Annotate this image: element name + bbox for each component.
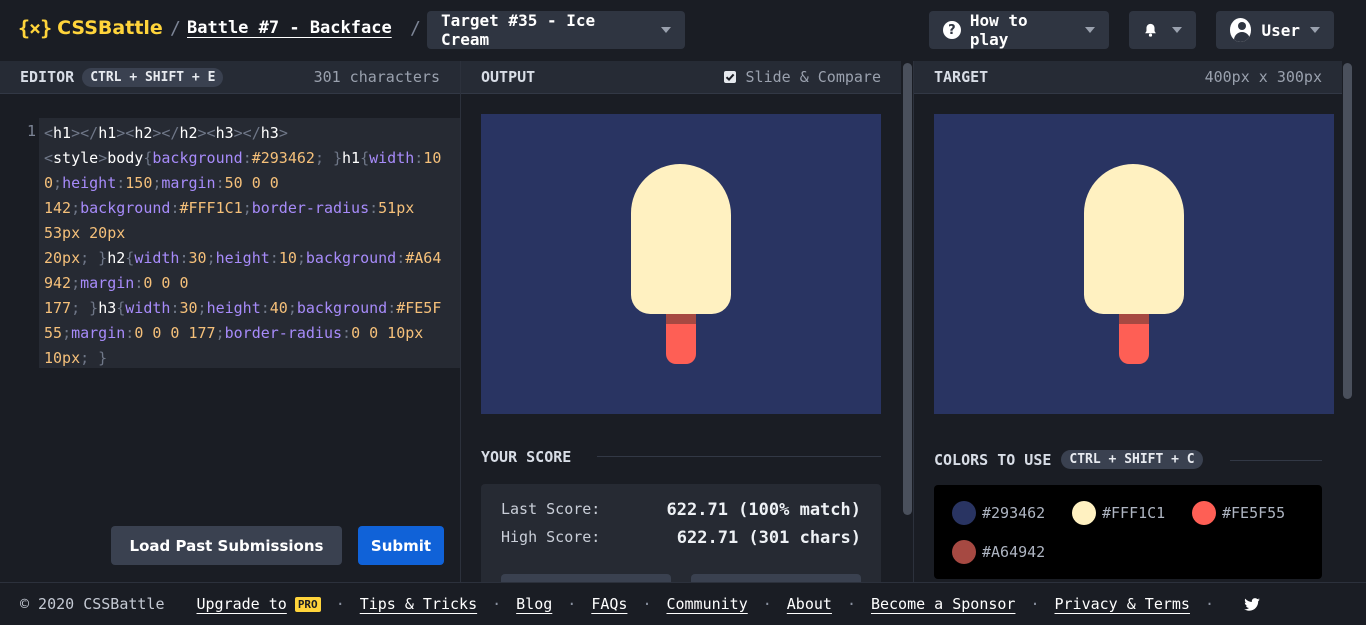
ice-cream-stick <box>666 324 696 364</box>
output-canvas[interactable] <box>481 114 881 414</box>
colors-rule <box>1230 460 1322 461</box>
community-link[interactable]: Community <box>666 595 747 613</box>
cssbattle-logo[interactable]: {⨯} CSSBattle <box>18 16 163 40</box>
last-score-label: Last Score: <box>501 500 601 518</box>
faqs-link[interactable]: FAQs <box>591 595 627 613</box>
logo-mark: {⨯} <box>18 16 52 40</box>
chevron-down-icon <box>1085 27 1095 33</box>
how-to-play-label: How to play <box>969 11 1028 49</box>
panel-divider <box>460 61 461 582</box>
ice-cream-band <box>666 314 696 324</box>
ice-cream-scoop <box>631 164 731 314</box>
colors-palette: #293462 #FFF1C1 #FE5F55 #A64942 <box>934 485 1322 579</box>
privacy-link[interactable]: Privacy & Terms <box>1055 595 1190 613</box>
submit-button[interactable]: Submit <box>358 526 444 565</box>
high-score-label: High Score: <box>501 528 601 546</box>
color-label: #293462 <box>982 504 1046 522</box>
output-header: OUTPUT Slide & Compare <box>461 61 901 94</box>
breadcrumb-separator: / <box>170 18 181 39</box>
colors-header: COLORS TO USE CTRL + SHIFT + C <box>934 450 1203 469</box>
chevron-down-icon <box>1172 27 1182 33</box>
color-swatch[interactable]: #A64942 <box>952 540 1045 564</box>
footer-separator: · <box>567 595 577 613</box>
ice-cream-stick <box>1119 324 1149 364</box>
score-card: Last Score: 622.71 (100% match) High Sco… <box>481 484 881 604</box>
ice-cream-band <box>1119 314 1149 324</box>
high-score-value: 622.71 (301 chars) <box>676 528 861 548</box>
target-select-dropdown[interactable]: Target #35 - Ice Cream <box>427 11 685 49</box>
target-canvas[interactable] <box>934 114 1334 414</box>
colors-shortcut-badge: CTRL + SHIFT + C <box>1061 450 1203 469</box>
output-scrollbar-thumb[interactable] <box>903 63 912 515</box>
color-dot <box>952 540 976 564</box>
page-scrollbar-thumb[interactable] <box>1343 63 1352 399</box>
slide-compare-label: Slide & Compare <box>745 68 881 86</box>
footer-separator: · <box>762 595 772 613</box>
twitter-icon[interactable] <box>1244 597 1260 611</box>
footer-separator: · <box>335 595 345 613</box>
output-title: OUTPUT <box>481 68 536 86</box>
top-bar: {⨯} CSSBattle / Battle #7 - Backface / T… <box>0 0 1366 61</box>
last-score-row: Last Score: 622.71 (100% match) <box>501 500 861 520</box>
color-swatch[interactable]: #293462 <box>952 501 1045 525</box>
score-title: YOUR SCORE <box>481 448 572 466</box>
question-icon: ? <box>943 21 961 39</box>
pro-badge: PRO <box>294 596 321 612</box>
colors-title: COLORS TO USE <box>934 450 1052 469</box>
how-to-play-dropdown[interactable]: ? How to play <box>929 11 1109 49</box>
color-dot <box>1072 501 1096 525</box>
color-dot <box>952 501 976 525</box>
editor-title: EDITOR <box>20 68 75 86</box>
about-link[interactable]: About <box>787 595 832 613</box>
blog-link[interactable]: Blog <box>516 595 552 613</box>
bell-icon <box>1145 23 1156 37</box>
upgrade-label: Upgrade to <box>196 595 287 613</box>
tips-link[interactable]: Tips & Tricks <box>360 595 477 613</box>
color-dot <box>1192 501 1216 525</box>
load-past-submissions-button[interactable]: Load Past Submissions <box>111 526 342 565</box>
user-label: User <box>1261 20 1300 40</box>
ice-cream-scoop <box>1084 164 1184 314</box>
code-content[interactable]: <h1></h1><h2></h2><h3></h3> <style>body{… <box>44 121 460 371</box>
battle-title-link[interactable]: Battle #7 - Backface <box>187 18 392 38</box>
footer-separator: · <box>492 595 502 613</box>
editor-shortcut-badge: CTRL + SHIFT + E <box>82 67 224 87</box>
copyright: © 2020 CSSBattle <box>20 595 165 613</box>
target-title: TARGET <box>934 68 989 86</box>
color-label: #FE5F55 <box>1222 504 1286 522</box>
character-count: 301 characters <box>313 68 440 86</box>
editor-header: EDITOR CTRL + SHIFT + E 301 characters <box>0 61 460 94</box>
upgrade-link[interactable]: Upgrade to <box>197 595 287 613</box>
slide-compare-toggle[interactable]: Slide & Compare <box>723 68 881 86</box>
panel-divider <box>913 61 914 582</box>
logo-text: CSSBattle <box>57 17 163 39</box>
color-label: #A64942 <box>982 543 1046 561</box>
footer-separator: · <box>642 595 652 613</box>
chevron-down-icon <box>1310 27 1320 33</box>
color-label: #FFF1C1 <box>1102 504 1166 522</box>
checkbox-checked-icon[interactable] <box>723 71 736 83</box>
footer: © 2020 CSSBattle Upgrade to PRO · Tips & … <box>0 582 1366 625</box>
color-swatch[interactable]: #FFF1C1 <box>1072 501 1165 525</box>
line-number: 1 <box>27 122 37 140</box>
target-select-label: Target #35 - Ice Cream <box>441 11 596 49</box>
sponsor-link[interactable]: Become a Sponsor <box>871 595 1016 613</box>
target-size: 400px x 300px <box>1204 68 1322 86</box>
footer-separator: · <box>1204 595 1214 613</box>
color-swatch[interactable]: #FE5F55 <box>1192 501 1285 525</box>
footer-separator: · <box>1030 595 1040 613</box>
last-score-value: 622.71 (100% match) <box>666 500 861 520</box>
notifications-dropdown[interactable] <box>1129 11 1196 49</box>
user-avatar-icon <box>1230 18 1252 42</box>
user-menu-dropdown[interactable]: User <box>1216 11 1334 49</box>
code-editor[interactable]: 1 <h1></h1><h2></h2><h3></h3> <style>bod… <box>0 94 460 582</box>
score-rule <box>597 456 881 457</box>
target-header: TARGET 400px x 300px <box>914 61 1342 94</box>
chevron-down-icon <box>661 27 671 33</box>
high-score-row: High Score: 622.71 (301 chars) <box>501 528 861 548</box>
footer-separator: · <box>846 595 856 613</box>
breadcrumb-separator: / <box>410 18 421 39</box>
